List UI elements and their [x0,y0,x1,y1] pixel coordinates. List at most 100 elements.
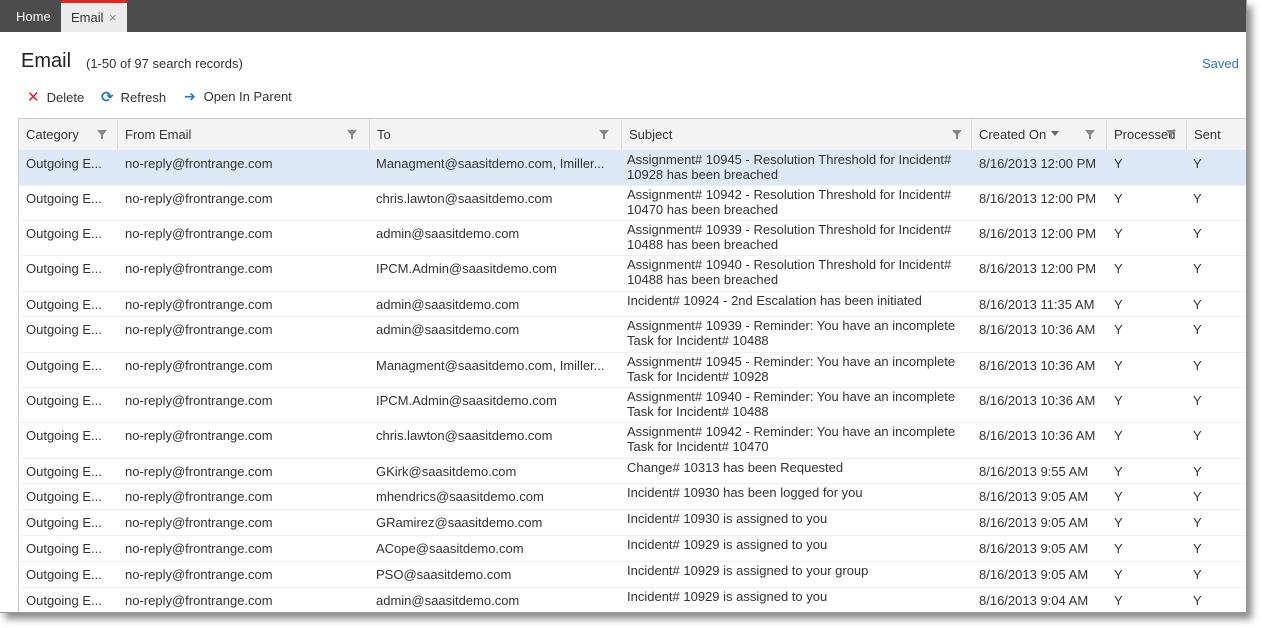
cell-subject: Incident# 10929 is assigned to you [627,589,828,604]
grid-header: Category From Email To Subject Created O… [19,119,1246,151]
table-row[interactable]: Outgoing E... no-reply@frontrange.com Mana… [19,352,1246,388]
cell-sent: Y [1193,156,1202,171]
column-header-subject[interactable]: Subject [622,119,972,150]
cell-created-on: 8/16/2013 9:55 AM [979,464,1089,479]
table-row[interactable]: Outgoing E... no-reply@frontrange.com admi… [19,587,1246,612]
cell-created-on: 8/16/2013 9:05 AM [979,567,1089,582]
table-row[interactable]: Outgoing E... no-reply@frontrange.com admi… [19,291,1246,317]
table-row[interactable]: Outgoing E... no-reply@frontrange.com IPCM… [19,255,1246,292]
cell-subject: Incident# 10929 is assigned to your grou… [627,563,869,578]
cell-created-on: 8/16/2013 12:00 PM [979,156,1097,171]
cell-processed: Y [1114,297,1123,312]
table-row[interactable]: Outgoing E... no-reply@frontrange.com ACop… [19,535,1246,562]
delete-button[interactable]: ✕ Delete [27,88,84,106]
cell-processed: Y [1114,593,1123,608]
cell-from-email: no-reply@frontrange.com [125,567,273,582]
cell-sent: Y [1193,593,1202,608]
cell-to: Managment@saasitdemo.com, Imiller... [376,156,605,171]
table-row[interactable]: Outgoing E... no-reply@frontrange.com GRam… [19,509,1246,536]
cell-subject: Assignment# 10940 - Resolution Threshold… [627,257,952,287]
column-label: Sent [1194,127,1221,142]
close-icon[interactable]: × [109,3,117,32]
cell-processed: Y [1114,261,1123,276]
cell-to: mhendrics@saasitdemo.com [376,489,544,504]
cell-processed: Y [1114,322,1123,337]
refresh-label: Refresh [120,90,167,105]
cell-from-email: no-reply@frontrange.com [125,464,273,479]
table-row[interactable]: Outgoing E... no-reply@frontrange.com PSO@… [19,561,1246,588]
table-row[interactable]: Outgoing E... no-reply@frontrange.com chri… [19,422,1246,459]
column-header-processed[interactable]: Processed [1107,119,1187,150]
column-header-category[interactable]: Category [19,119,118,150]
column-label: From Email [125,127,192,142]
cell-to: admin@saasitdemo.com [376,297,520,312]
cell-sent: Y [1193,489,1202,504]
page-title: Email [21,50,72,72]
cell-created-on: 8/16/2013 12:00 PM [979,261,1097,276]
cell-from-email: no-reply@frontrange.com [125,322,273,337]
open-in-parent-label: Open In Parent [203,89,292,104]
cell-category: Outgoing E... [26,297,102,312]
sort-descending-icon[interactable] [1051,131,1059,136]
cell-to: PSO@saasitdemo.com [376,567,512,582]
cell-sent: Y [1193,541,1202,556]
table-row[interactable]: Outgoing E... no-reply@frontrange.com IPCM… [19,387,1246,423]
column-header-created-on[interactable]: Created On [972,119,1107,150]
cell-sent: Y [1193,428,1202,443]
tab-email[interactable]: Email × [61,0,127,32]
cell-from-email: no-reply@frontrange.com [125,393,273,408]
filter-icon[interactable] [599,130,609,139]
cell-sent: Y [1193,226,1202,241]
cell-subject: Change# 10313 has been Requested [627,460,844,475]
cell-created-on: 8/16/2013 9:05 AM [979,489,1089,504]
column-header-to[interactable]: To [370,119,622,150]
filter-icon[interactable] [97,130,107,139]
cell-category: Outgoing E... [26,261,102,276]
cell-sent: Y [1193,515,1202,530]
cell-to: admin@saasitdemo.com [376,226,520,241]
email-grid: Category From Email To Subject Created O… [18,118,1246,612]
tab-home-label: Home [16,9,51,24]
delete-icon: ✕ [27,89,40,106]
refresh-icon: ⟳ [101,89,114,106]
cell-processed: Y [1114,541,1123,556]
column-header-from-email[interactable]: From Email [118,119,370,150]
cell-created-on: 8/16/2013 9:05 AM [979,515,1089,530]
tab-bar: Home Email × [0,0,1246,32]
tab-home[interactable]: Home [6,2,60,32]
table-row[interactable]: Outgoing E... no-reply@frontrange.com chri… [19,185,1246,221]
open-in-parent-button[interactable]: ➔ Open In Parent [184,88,292,106]
table-row[interactable]: Outgoing E... no-reply@frontrange.com mhen… [19,483,1246,510]
saved-link[interactable]: Saved [1202,56,1239,71]
cell-category: Outgoing E... [26,489,102,504]
cell-category: Outgoing E... [26,567,102,582]
table-row[interactable]: Outgoing E... no-reply@frontrange.com Mana… [19,150,1246,186]
table-row[interactable]: Outgoing E... no-reply@frontrange.com admi… [19,316,1246,353]
cell-from-email: no-reply@frontrange.com [125,191,273,206]
record-count: (1-50 of 97 search records) [86,56,243,71]
cell-from-email: no-reply@frontrange.com [125,428,273,443]
cell-processed: Y [1114,156,1123,171]
cell-category: Outgoing E... [26,156,102,171]
filter-icon[interactable] [1085,130,1095,139]
cell-to: GRamirez@saasitdemo.com [376,515,543,530]
refresh-button[interactable]: ⟳ Refresh [101,88,166,106]
filter-icon[interactable] [347,130,357,139]
cell-subject: Assignment# 10945 - Reminder: You have a… [627,354,956,384]
cell-processed: Y [1114,428,1123,443]
cell-category: Outgoing E... [26,358,102,373]
cell-subject: Assignment# 10942 - Reminder: You have a… [627,424,956,454]
table-row[interactable]: Outgoing E... no-reply@frontrange.com admi… [19,220,1246,256]
cell-created-on: 8/16/2013 12:00 PM [979,226,1097,241]
table-row[interactable]: Outgoing E... no-reply@frontrange.com GKir… [19,458,1246,484]
cell-from-email: no-reply@frontrange.com [125,297,273,312]
cell-subject: Assignment# 10939 - Resolution Threshold… [627,222,952,252]
filter-icon[interactable] [952,130,962,139]
column-label: Category [26,127,79,142]
cell-sent: Y [1193,261,1202,276]
cell-subject: Assignment# 10939 - Reminder: You have a… [627,318,956,348]
cell-created-on: 8/16/2013 9:04 AM [979,593,1089,608]
column-header-sent[interactable]: Sent [1187,119,1246,150]
filter-icon[interactable] [1166,130,1176,139]
cell-sent: Y [1193,322,1202,337]
